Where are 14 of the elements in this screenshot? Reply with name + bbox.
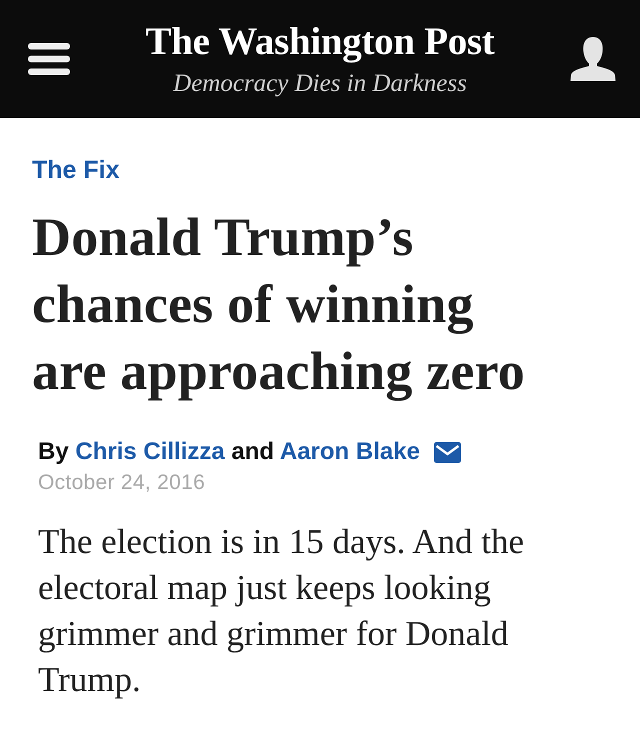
envelope-icon[interactable]: [434, 442, 461, 463]
user-silhouette-icon: [570, 37, 616, 81]
account-button[interactable]: [570, 37, 616, 81]
tagline: Democracy Dies in Darkness: [173, 71, 467, 96]
headline: Donald Trump’s chances of winning are approaching zero: [32, 206, 526, 403]
article-lede: The election is in 15 days. And the electoral map just keeps looking grimmer and grimmer for Donald Trump.: [38, 521, 526, 702]
section-link[interactable]: The Fix: [32, 158, 120, 183]
byline: By Chris Cillizza and Aaron Blake: [38, 439, 420, 466]
masthead-logo[interactable]: The Washington Post: [145, 22, 494, 61]
author-link[interactable]: Aaron Blake: [280, 438, 420, 465]
publish-date: October 24, 2016: [38, 471, 206, 494]
menu-icon: [28, 43, 70, 75]
author-link[interactable]: Chris Cillizza: [75, 438, 225, 465]
menu-button[interactable]: [28, 43, 70, 75]
